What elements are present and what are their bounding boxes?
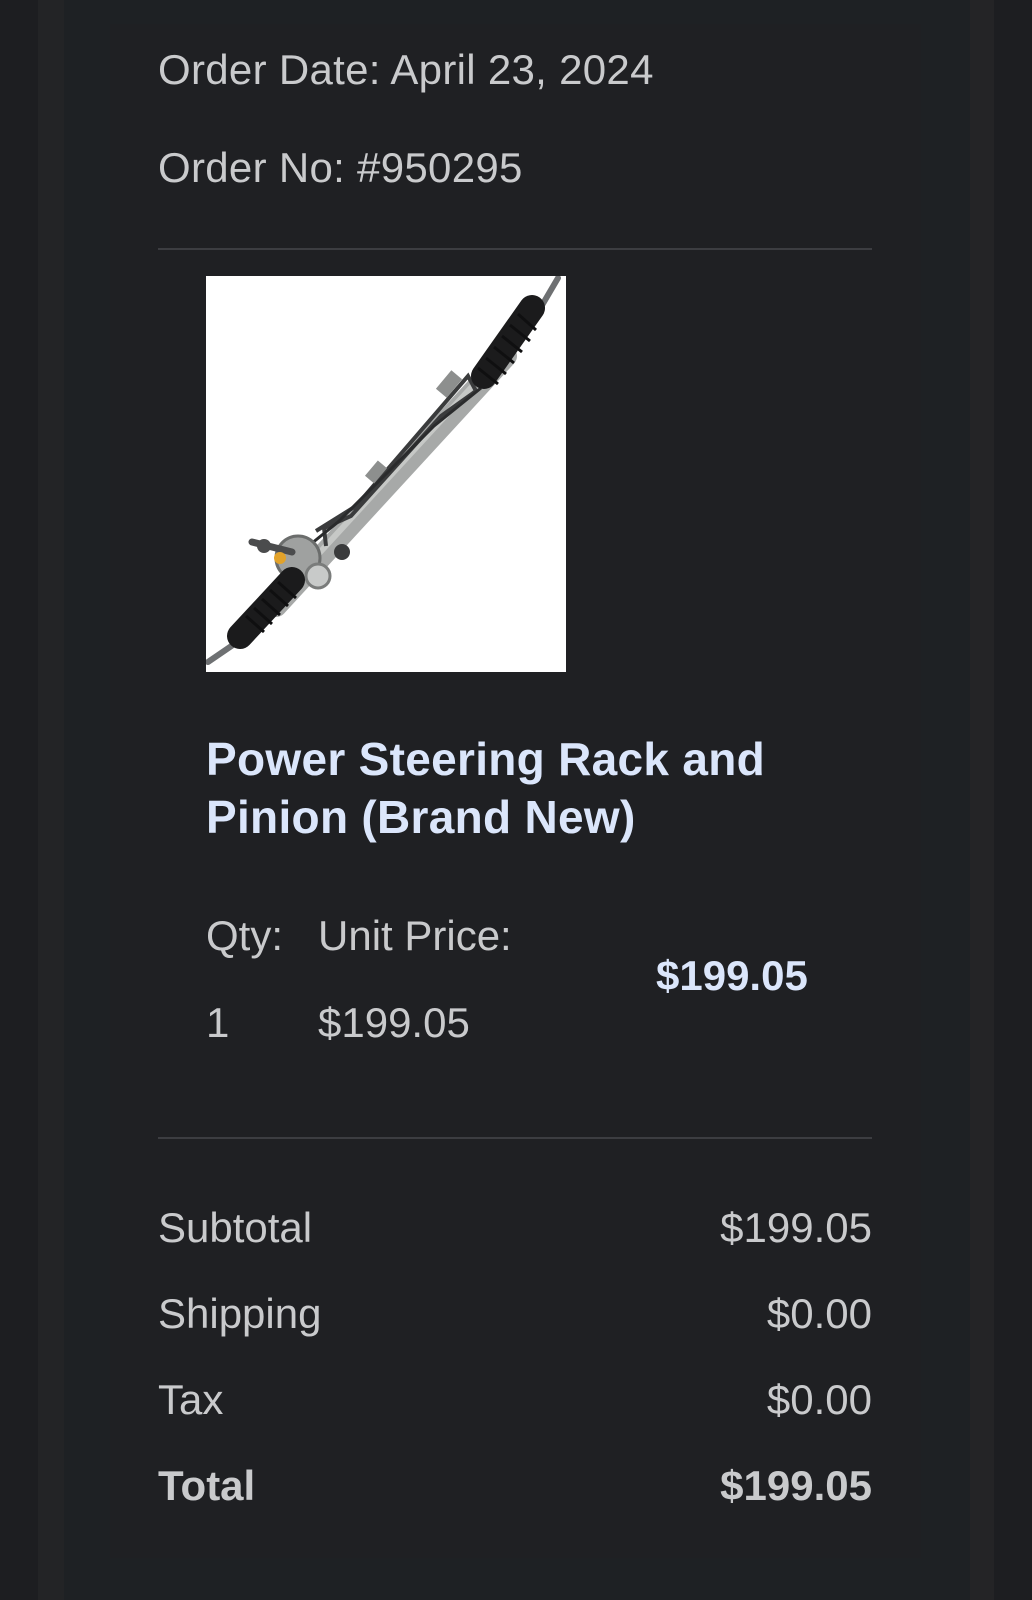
- qty-value: 1: [206, 999, 230, 1046]
- product-title[interactable]: Power Steering Rack and Pinion (Brand Ne…: [206, 730, 846, 846]
- shipping-value: $0.00: [766, 1290, 872, 1337]
- line-total: $199.05: [656, 952, 808, 999]
- unit-price-label: Unit Price:: [318, 912, 512, 959]
- unit-price-value: $199.05: [318, 999, 470, 1046]
- subtotal-value: $199.05: [720, 1204, 872, 1251]
- tax-value: $0.00: [766, 1376, 872, 1423]
- total-value: $199.05: [720, 1462, 872, 1509]
- divider-top: [158, 248, 872, 250]
- summary-subtotal: Subtotal $199.05: [158, 1202, 872, 1254]
- total-label: Total: [158, 1462, 256, 1509]
- left-edge-stripe: [38, 0, 64, 1600]
- divider-bottom: [158, 1137, 872, 1139]
- order-card: Order Date: April 23, 2024 Order No: #95…: [110, 24, 921, 1558]
- right-edge-stripe: [970, 0, 994, 1600]
- summary-shipping: Shipping $0.00: [158, 1288, 872, 1340]
- qty-label: Qty:: [206, 912, 284, 959]
- tax-label: Tax: [158, 1376, 224, 1423]
- summary-tax: Tax $0.00: [158, 1374, 872, 1426]
- shipping-label: Shipping: [158, 1290, 322, 1337]
- left-edge: [0, 0, 38, 1600]
- order-date: Order Date: April 23, 2024: [158, 46, 654, 93]
- order-number: Order No: #950295: [158, 144, 523, 191]
- summary-total: Total $199.05: [158, 1460, 872, 1512]
- product-image[interactable]: [206, 276, 566, 672]
- subtotal-label: Subtotal: [158, 1204, 313, 1251]
- right-edge: [994, 0, 1032, 1600]
